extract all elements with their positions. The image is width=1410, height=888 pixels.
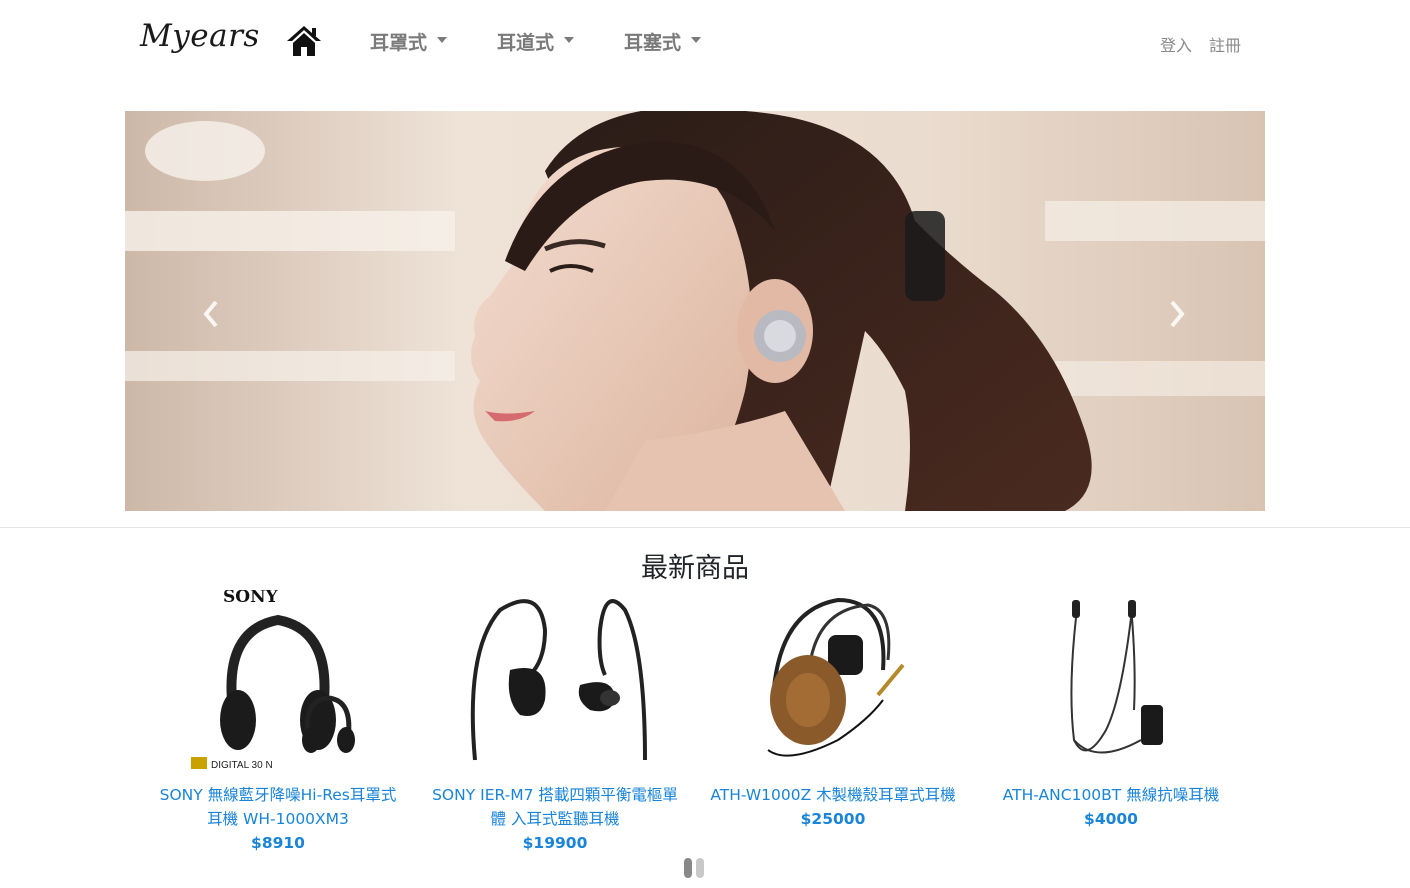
- product-name[interactable]: SONY IER-M7 搭載四顆平衡電樞單體 入耳式監聽耳機: [430, 783, 680, 831]
- login-link[interactable]: 登入: [1160, 32, 1192, 56]
- product-card[interactable]: SONY IER-M7 搭載四顆平衡電樞單體 入耳式監聽耳機 $19900: [430, 590, 680, 855]
- nav-label: 耳罩式: [370, 31, 428, 54]
- nav-dropdown-earbud[interactable]: 耳塞式: [624, 28, 702, 54]
- nav-dropdown-over-ear[interactable]: 耳罩式: [370, 28, 448, 54]
- section-divider: [0, 527, 1410, 528]
- product-price: $8910: [251, 834, 305, 852]
- nav-dropdown-in-ear[interactable]: 耳道式: [497, 28, 575, 54]
- caret-down-icon: [691, 36, 702, 43]
- register-link[interactable]: 註冊: [1209, 32, 1241, 56]
- product-name[interactable]: SONY 無線藍牙降噪Hi-Res耳罩式耳機 WH-1000XM3: [153, 783, 403, 831]
- product-price: $19900: [522, 834, 588, 852]
- brand-logo[interactable]: Myears: [140, 18, 260, 54]
- indicator-dot-active[interactable]: [684, 858, 692, 878]
- home-icon[interactable]: [285, 24, 323, 58]
- svg-text:SONY: SONY: [223, 590, 279, 607]
- product-card[interactable]: SONY DIGITAL 30 N SONY 無線藍牙降噪Hi-Res耳罩式耳機…: [153, 587, 403, 855]
- carousel-next-icon[interactable]: [1168, 296, 1188, 332]
- product-image[interactable]: [708, 590, 958, 775]
- product-name[interactable]: ATH-W1000Z 木製機殼耳罩式耳機: [708, 783, 958, 807]
- product-carousel-indicators: [684, 858, 704, 878]
- product-card[interactable]: ATH-ANC100BT 無線抗噪耳機 $4000: [986, 590, 1236, 831]
- product-badge: DIGITAL 30 N: [211, 760, 273, 771]
- top-navbar: Myears 耳罩式 耳道式 耳塞式 登入 註冊: [0, 0, 1410, 84]
- product-price: $25000: [800, 810, 866, 828]
- indicator-dot[interactable]: [696, 858, 704, 878]
- product-card[interactable]: ATH-W1000Z 木製機殼耳罩式耳機 $25000: [708, 590, 958, 831]
- caret-down-icon: [437, 36, 448, 43]
- product-image[interactable]: [430, 590, 680, 775]
- product-image[interactable]: SONY DIGITAL 30 N: [153, 587, 403, 775]
- hero-slide-image: [125, 111, 1265, 511]
- hero-carousel: [125, 111, 1265, 511]
- caret-down-icon: [564, 36, 575, 43]
- product-price: $4000: [1084, 810, 1138, 828]
- product-name[interactable]: ATH-ANC100BT 無線抗噪耳機: [986, 783, 1236, 807]
- latest-products-heading: 最新商品: [641, 553, 749, 584]
- product-image[interactable]: [986, 590, 1236, 775]
- nav-label: 耳塞式: [624, 31, 682, 54]
- carousel-prev-icon[interactable]: [200, 296, 220, 332]
- nav-label: 耳道式: [497, 31, 555, 54]
